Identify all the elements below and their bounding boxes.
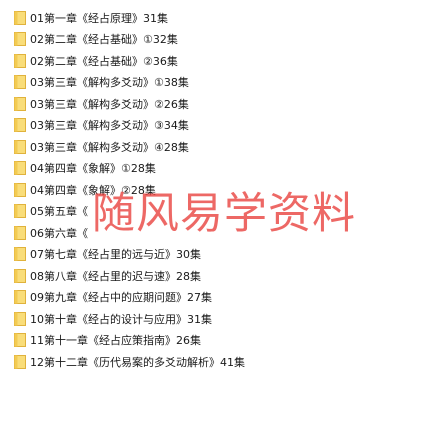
folder-name: 12第十二章《历代易案的多爻动解析》41集: [30, 355, 245, 369]
folder-name: 09第九章《经占中的应期问题》27集: [30, 291, 212, 305]
folder-name: 06第六章《: [30, 226, 88, 240]
folder-icon: [14, 354, 26, 369]
folder-icon: [14, 204, 26, 219]
folder-item[interactable]: 04第四章《象解》①28集: [14, 158, 245, 180]
folder-name: 03第三章《解构多爻动》②26集: [30, 97, 189, 111]
file-list: 01第一章《经占原理》31集 02第二章《经占基础》①32集 02第二章《经占基…: [14, 7, 245, 373]
folder-icon: [14, 290, 26, 305]
folder-item[interactable]: 12第十二章《历代易案的多爻动解析》41集: [14, 351, 245, 373]
folder-icon: [14, 32, 26, 47]
folder-item[interactable]: 05第五章《: [14, 201, 245, 223]
folder-item[interactable]: 03第三章《解构多爻动》③34集: [14, 115, 245, 137]
folder-name: 04第四章《象解》①28集: [30, 162, 156, 176]
folder-item[interactable]: 11第十一章《经占应策指南》26集: [14, 330, 245, 352]
folder-icon: [14, 10, 26, 25]
folder-icon: [14, 75, 26, 90]
folder-item[interactable]: 03第三章《解构多爻动》④28集: [14, 136, 245, 158]
folder-item[interactable]: 08第八章《经占里的迟与速》28集: [14, 265, 245, 287]
folder-icon: [14, 118, 26, 133]
folder-icon: [14, 53, 26, 68]
folder-name: 01第一章《经占原理》31集: [30, 11, 168, 25]
folder-name: 07第七章《经占里的远与近》30集: [30, 248, 201, 262]
folder-item[interactable]: 10第十章《经占的设计与应用》31集: [14, 308, 245, 330]
folder-item[interactable]: 04第四章《象解》②28集: [14, 179, 245, 201]
folder-icon: [14, 225, 26, 240]
folder-icon: [14, 247, 26, 262]
folder-icon: [14, 161, 26, 176]
folder-name: 03第三章《解构多爻动》③34集: [30, 119, 189, 133]
folder-name: 11第十一章《经占应策指南》26集: [30, 334, 201, 348]
folder-icon: [14, 139, 26, 154]
folder-icon: [14, 333, 26, 348]
folder-name: 03第三章《解构多爻动》④28集: [30, 140, 189, 154]
folder-icon: [14, 268, 26, 283]
folder-item[interactable]: 09第九章《经占中的应期问题》27集: [14, 287, 245, 309]
folder-item[interactable]: 06第六章《: [14, 222, 245, 244]
folder-item[interactable]: 01第一章《经占原理》31集: [14, 7, 245, 29]
folder-name: 10第十章《经占的设计与应用》31集: [30, 312, 212, 326]
folder-item[interactable]: 02第二章《经占基础》②36集: [14, 50, 245, 72]
folder-name: 03第三章《解构多爻动》①38集: [30, 76, 189, 90]
folder-item[interactable]: 03第三章《解构多爻动》①38集: [14, 72, 245, 94]
folder-icon: [14, 311, 26, 326]
folder-item[interactable]: 03第三章《解构多爻动》②26集: [14, 93, 245, 115]
folder-name: 08第八章《经占里的迟与速》28集: [30, 269, 201, 283]
folder-item[interactable]: 02第二章《经占基础》①32集: [14, 29, 245, 51]
folder-name: 04第四章《象解》②28集: [30, 183, 156, 197]
folder-name: 02第二章《经占基础》②36集: [30, 54, 178, 68]
folder-name: 02第二章《经占基础》①32集: [30, 33, 178, 47]
folder-icon: [14, 182, 26, 197]
folder-name: 05第五章《: [30, 205, 88, 219]
folder-item[interactable]: 07第七章《经占里的远与近》30集: [14, 244, 245, 266]
folder-icon: [14, 96, 26, 111]
